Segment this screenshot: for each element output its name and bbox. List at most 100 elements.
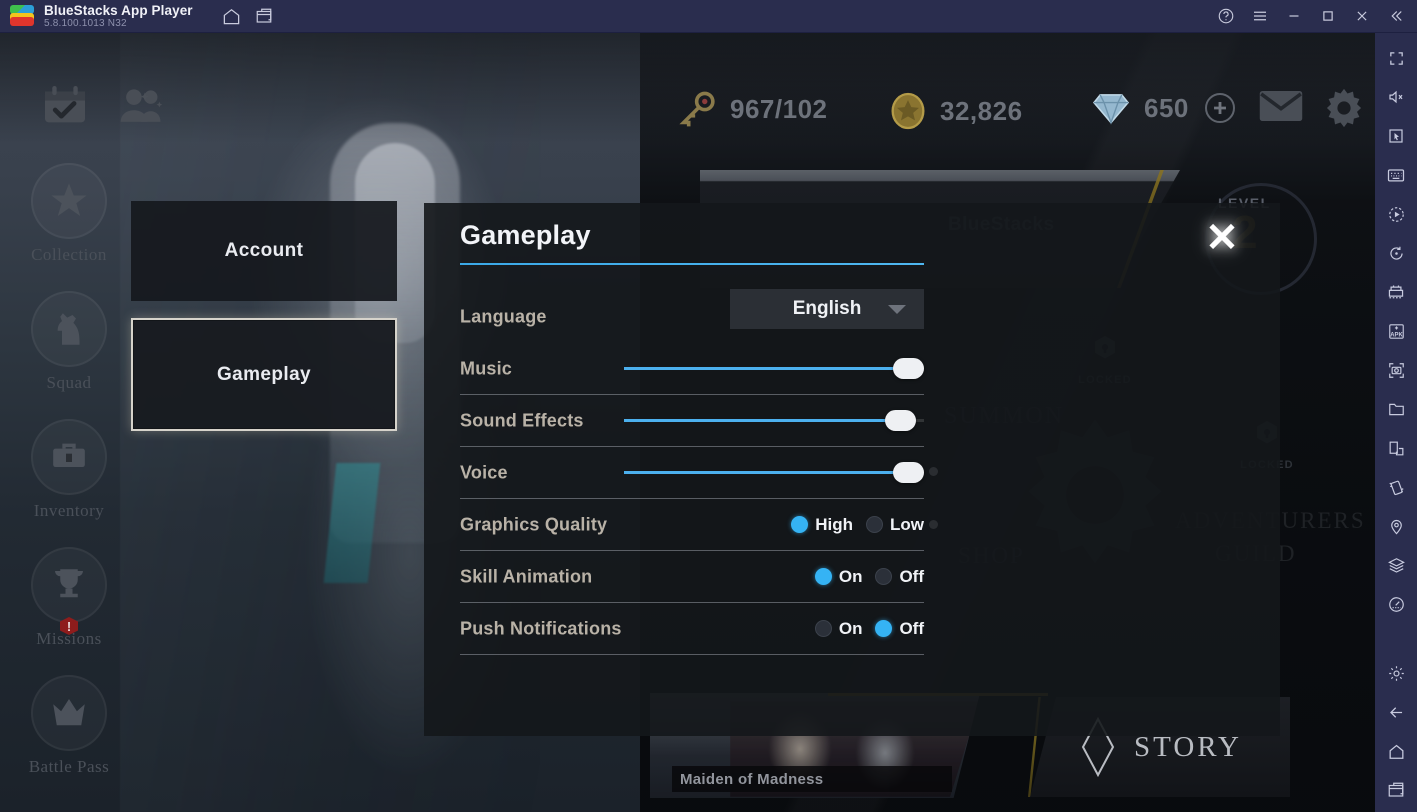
help-icon[interactable] (1211, 1, 1241, 31)
rotate-icon[interactable] (1380, 236, 1412, 270)
currency-diamond: 650 (1090, 91, 1189, 125)
keyboard-controls-icon[interactable] (1380, 158, 1412, 192)
bluestacks-titlebar: BlueStacks App Player 5.8.100.1013 N32 (0, 0, 1417, 33)
currency-diamond-value: 650 (1144, 92, 1189, 123)
radio-skill-animation-off[interactable]: Off (875, 567, 924, 587)
mail-icon[interactable] (1258, 88, 1304, 129)
currency-key-value: 967/102 (730, 93, 828, 124)
graphics-quality-radio-group: High Low (791, 515, 924, 535)
radio-dot (866, 516, 883, 533)
setting-label-language: Language (460, 306, 547, 327)
maximize-icon[interactable] (1313, 1, 1343, 31)
android-app-viewport[interactable]: BlueStacks LEVEL 2 SUMMON SHOP ADVENTURE… (0, 33, 1375, 812)
knight-emblem-icon (31, 291, 107, 367)
diamond-icon (1092, 94, 1130, 125)
multi-instance-manager-icon[interactable] (1380, 275, 1412, 309)
settings-tab-list: Account Gameplay (131, 201, 397, 431)
home-icon[interactable] (217, 1, 247, 31)
panel-title-underline (460, 263, 924, 265)
currency-gold-value: 32,826 (940, 95, 1023, 126)
home-icon[interactable] (1380, 734, 1412, 768)
star-emblem-icon (31, 163, 107, 239)
sidebar-item-missions[interactable]: ! Missions (14, 547, 124, 675)
fullscreen-icon[interactable] (1380, 41, 1412, 75)
shake-icon[interactable] (1380, 470, 1412, 504)
sidebar-item-battle-pass[interactable]: Battle Pass (14, 675, 124, 803)
radio-dot (814, 620, 832, 637)
setting-row-push-notifications: Push Notifications On Off (460, 603, 924, 655)
sidebar-item-collection[interactable]: Collection (14, 163, 124, 291)
minimize-icon[interactable] (1279, 1, 1309, 31)
friends-icon[interactable] (118, 86, 164, 131)
sidebar-item-label: Inventory (33, 501, 105, 520)
currency-gold: 32,826 (888, 91, 1023, 131)
gear-icon[interactable] (1322, 86, 1366, 135)
setting-row-sound-effects: Sound Effects (460, 395, 924, 447)
calendar-check-icon[interactable] (42, 86, 88, 131)
setting-row-voice: Voice (460, 447, 924, 499)
macro-recorder-icon[interactable] (1380, 197, 1412, 231)
setting-row-graphics-quality: Graphics Quality High Low (460, 499, 924, 551)
bluestacks-logo-icon (10, 4, 34, 28)
crown-icon (31, 675, 107, 751)
music-slider[interactable] (624, 357, 924, 380)
close-settings-button[interactable]: ✕ (1199, 215, 1245, 261)
setting-label-music: Music (460, 358, 513, 378)
bluestacks-sidebar: APK (1375, 33, 1417, 812)
install-apk-icon[interactable]: APK (1380, 314, 1412, 348)
pointer-icon[interactable] (1380, 119, 1412, 153)
resize-window-icon[interactable] (1380, 431, 1412, 465)
key-icon (679, 91, 715, 127)
close-icon[interactable] (1347, 1, 1377, 31)
mute-icon[interactable] (1380, 80, 1412, 114)
slider-thumb[interactable] (893, 461, 924, 483)
featured-story-title: Maiden of Madness (680, 770, 824, 788)
skill-animation-radio-group: On Off (814, 566, 924, 587)
add-diamond-button[interactable] (1205, 93, 1235, 123)
setting-label-graphics-quality: Graphics Quality (460, 514, 608, 534)
collapse-sidebar-icon[interactable] (1381, 1, 1411, 31)
layers-icon[interactable] (1380, 548, 1412, 582)
sidebar-item-inventory[interactable]: Inventory (14, 419, 124, 547)
voice-slider[interactable] (624, 461, 924, 484)
radio-push-off[interactable]: Off (875, 619, 924, 639)
settings-panel: Gameplay Language English Music Sound Ef… (424, 203, 1280, 736)
radio-label: On (838, 618, 863, 638)
radio-label: Off (899, 618, 924, 638)
settings-row-list: Language English Music Sound Effects Voi… (460, 289, 924, 655)
gold-coin-icon (891, 92, 925, 130)
page-title: Gameplay (460, 220, 591, 250)
setting-row-music: Music (460, 343, 924, 395)
slider-thumb[interactable] (884, 409, 916, 431)
titlebar-left-icons (217, 1, 279, 31)
multi-instance-icon[interactable] (249, 1, 279, 31)
performance-icon[interactable] (1380, 587, 1412, 621)
radio-label: Low (890, 514, 924, 534)
titlebar-right-icons (1211, 1, 1417, 31)
sidebar-item-squad[interactable]: Squad (14, 291, 124, 419)
language-dropdown[interactable]: English (730, 289, 924, 329)
push-notifications-radio-group: On Off (814, 618, 924, 639)
radio-graphics-low[interactable]: Low (866, 515, 924, 535)
radio-graphics-high[interactable]: High (791, 515, 853, 535)
tab-gameplay[interactable]: Gameplay (131, 318, 397, 431)
tab-account[interactable]: Account (131, 201, 397, 301)
back-icon[interactable] (1380, 695, 1412, 729)
sidebar-item-label: Battle Pass (28, 757, 110, 776)
radio-label: On (838, 566, 863, 586)
menu-icon[interactable] (1245, 1, 1275, 31)
tab-account-label: Account (224, 240, 304, 261)
radio-push-on[interactable]: On (814, 618, 863, 639)
bag-icon (31, 419, 107, 495)
sound-effects-slider[interactable] (624, 409, 924, 432)
radio-dot (875, 620, 893, 637)
screenshot-icon[interactable] (1380, 353, 1412, 387)
setting-label-sound-effects: Sound Effects (460, 410, 584, 430)
sidebar-item-label: Squad (46, 373, 92, 392)
radio-skill-animation-on[interactable]: On (814, 566, 863, 587)
media-folder-icon[interactable] (1380, 392, 1412, 426)
recents-icon[interactable] (1380, 773, 1412, 807)
location-icon[interactable] (1380, 509, 1412, 543)
slider-thumb[interactable] (893, 357, 924, 379)
settings-gear-icon[interactable] (1380, 656, 1412, 690)
